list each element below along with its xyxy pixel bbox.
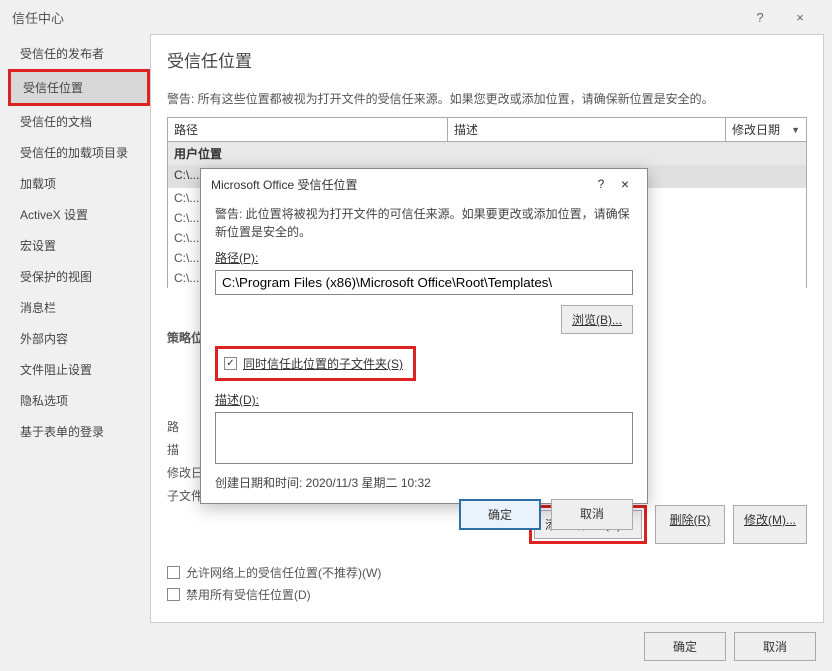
policy-section-header: 策略位 bbox=[167, 329, 203, 346]
desc-input[interactable] bbox=[215, 412, 633, 464]
sidebar-item-publishers[interactable]: 受信任的发布者 bbox=[8, 38, 150, 69]
cancel-button[interactable]: 取消 bbox=[551, 499, 633, 530]
network-checkbox-row[interactable]: 允许网络上的受信任位置(不推荐)(W) bbox=[167, 564, 381, 581]
ok-button[interactable]: 确定 bbox=[644, 632, 726, 661]
warning-text: 警告: 所有这些位置都被视为打开文件的受信任来源。如果您更改或添加位置，请确保新… bbox=[167, 90, 807, 107]
path-label: 路径(P): bbox=[215, 249, 633, 266]
sidebar-item-privacy[interactable]: 隐私选项 bbox=[8, 385, 150, 416]
dialog-title: Microsoft Office 受信任位置 bbox=[211, 176, 589, 193]
checkbox-icon[interactable] bbox=[167, 566, 180, 579]
footer-buttons: 确定 取消 bbox=[644, 632, 816, 661]
modify-button[interactable]: 修改(M)... bbox=[733, 505, 807, 544]
sidebar-item-external[interactable]: 外部内容 bbox=[8, 323, 150, 354]
close-icon[interactable]: × bbox=[613, 176, 637, 192]
sidebar-item-form-login[interactable]: 基于表单的登录 bbox=[8, 416, 150, 447]
sidebar-item-macro[interactable]: 宏设置 bbox=[8, 230, 150, 261]
help-icon[interactable]: ? bbox=[589, 177, 613, 191]
disable-label: 禁用所有受信任位置(D) bbox=[186, 586, 311, 603]
network-label: 允许网络上的受信任位置(不推荐)(W) bbox=[186, 564, 381, 581]
created-date: 创建日期和时间: 2020/11/3 星期二 10:32 bbox=[215, 474, 633, 491]
sidebar-item-file-block[interactable]: 文件阻止设置 bbox=[8, 354, 150, 385]
dialog-warning: 警告: 此位置将被视为打开文件的可信任来源。如果要更改或添加位置，请确保新位置是… bbox=[215, 205, 633, 241]
desc-label: 描述(D): bbox=[215, 391, 633, 408]
titlebar: 信任中心 ? × bbox=[0, 0, 832, 34]
path-input[interactable] bbox=[215, 270, 633, 295]
close-icon[interactable]: × bbox=[780, 3, 820, 31]
dialog-titlebar: Microsoft Office 受信任位置 ? × bbox=[201, 169, 647, 199]
browse-button[interactable]: 浏览(B)... bbox=[561, 305, 633, 334]
user-section-header: 用户位置 bbox=[167, 142, 807, 165]
trusted-location-dialog: Microsoft Office 受信任位置 ? × 警告: 此位置将被视为打开… bbox=[200, 168, 648, 504]
column-desc[interactable]: 描述 bbox=[448, 118, 726, 141]
sidebar-item-trusted-locations[interactable]: 受信任位置 bbox=[11, 72, 147, 103]
sidebar-item-addins[interactable]: 加载项 bbox=[8, 168, 150, 199]
cancel-button[interactable]: 取消 bbox=[734, 632, 816, 661]
window-title: 信任中心 bbox=[12, 8, 740, 27]
subfolder-checkbox-row[interactable]: ✓ 同时信任此位置的子文件夹(S) bbox=[215, 346, 416, 381]
sidebar-item-activex[interactable]: ActiveX 设置 bbox=[8, 199, 150, 230]
sidebar: 受信任的发布者 受信任位置 受信任的文档 受信任的加载项目录 加载项 Activ… bbox=[8, 34, 150, 623]
trust-center-window: 信任中心 ? × 受信任的发布者 受信任位置 受信任的文档 受信任的加载项目录 … bbox=[0, 0, 832, 671]
sidebar-item-addin-catalog[interactable]: 受信任的加载项目录 bbox=[8, 137, 150, 168]
options-block: 允许网络上的受信任位置(不推荐)(W) 禁用所有受信任位置(D) bbox=[167, 559, 381, 608]
sidebar-item-protected-view[interactable]: 受保护的视图 bbox=[8, 261, 150, 292]
disable-checkbox-row[interactable]: 禁用所有受信任位置(D) bbox=[167, 586, 381, 603]
subfolder-label: 同时信任此位置的子文件夹(S) bbox=[243, 355, 403, 372]
table-header: 路径 描述 修改日期▼ bbox=[167, 117, 807, 142]
column-path[interactable]: 路径 bbox=[168, 118, 448, 141]
checkbox-icon[interactable] bbox=[167, 588, 180, 601]
column-date[interactable]: 修改日期▼ bbox=[726, 118, 806, 141]
ok-button[interactable]: 确定 bbox=[459, 499, 541, 530]
chevron-down-icon: ▼ bbox=[791, 125, 800, 135]
checkbox-icon[interactable]: ✓ bbox=[224, 357, 237, 370]
sidebar-item-documents[interactable]: 受信任的文档 bbox=[8, 106, 150, 137]
remove-button[interactable]: 删除(R) bbox=[655, 505, 725, 544]
help-icon[interactable]: ? bbox=[740, 3, 780, 31]
sidebar-item-message-bar[interactable]: 消息栏 bbox=[8, 292, 150, 323]
page-title: 受信任位置 bbox=[167, 47, 807, 72]
